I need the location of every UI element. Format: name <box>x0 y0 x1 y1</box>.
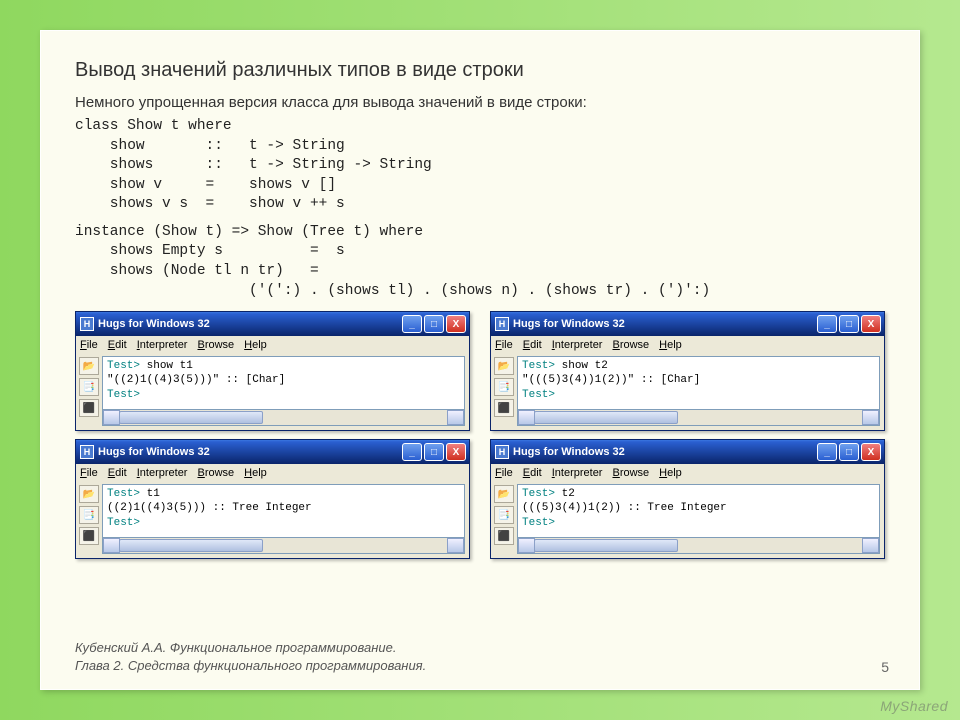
stop-icon[interactable]: ⬛ <box>494 527 514 545</box>
menu-file[interactable]: File <box>80 339 98 351</box>
footer: Кубенский А.А. Функциональное программир… <box>75 639 426 675</box>
footer-chapter: Глава 2. Средства функционального програ… <box>75 657 426 675</box>
console-output[interactable]: Test> show t2 "(((5)3(4))1(2))" :: [Char… <box>517 356 880 410</box>
app-icon: H <box>495 445 509 459</box>
horizontal-scrollbar[interactable] <box>517 538 880 554</box>
horizontal-scrollbar[interactable] <box>102 410 465 426</box>
minimize-button[interactable]: _ <box>402 443 422 461</box>
menu-help[interactable]: Help <box>244 467 267 479</box>
windows-grid: H Hugs for Windows 32 _ □ X File Edit In… <box>75 311 885 559</box>
open-icon[interactable]: 📂 <box>79 357 99 375</box>
close-button[interactable]: X <box>446 443 466 461</box>
window-titlebar[interactable]: H Hugs for Windows 32 _ □ X <box>491 440 884 464</box>
stop-icon[interactable]: ⬛ <box>79 527 99 545</box>
minimize-button[interactable]: _ <box>402 315 422 333</box>
footer-author: Кубенский А.А. Функциональное программир… <box>75 639 426 657</box>
window-titlebar[interactable]: H Hugs for Windows 32 _ □ X <box>76 312 469 336</box>
open-icon[interactable]: 📂 <box>494 357 514 375</box>
hugs-window: H Hugs for Windows 32 _ □ X File Edit In… <box>75 439 470 559</box>
scripts-icon[interactable]: 📑 <box>79 378 99 396</box>
app-icon: H <box>80 445 94 459</box>
hugs-window: H Hugs for Windows 32 _ □ X File Edit In… <box>490 311 885 431</box>
close-button[interactable]: X <box>446 315 466 333</box>
menu-help[interactable]: Help <box>659 467 682 479</box>
window-titlebar[interactable]: H Hugs for Windows 32 _ □ X <box>76 440 469 464</box>
menu-help[interactable]: Help <box>244 339 267 351</box>
scripts-icon[interactable]: 📑 <box>79 506 99 524</box>
menu-edit[interactable]: Edit <box>108 467 127 479</box>
menu-interpreter[interactable]: Interpreter <box>137 339 188 351</box>
window-title: Hugs for Windows 32 <box>98 446 402 458</box>
menu-interpreter[interactable]: Interpreter <box>137 467 188 479</box>
maximize-button[interactable]: □ <box>424 315 444 333</box>
menu-edit[interactable]: Edit <box>108 339 127 351</box>
maximize-button[interactable]: □ <box>839 315 859 333</box>
slide-title: Вывод значений различных типов в виде ст… <box>75 59 885 82</box>
close-button[interactable]: X <box>861 443 881 461</box>
console-output[interactable]: Test> t2 (((5)3(4))1(2)) :: Tree Integer… <box>517 484 880 538</box>
toolbar: 📂 📑 ⬛ <box>76 482 102 558</box>
menu-help[interactable]: Help <box>659 339 682 351</box>
toolbar: 📂 📑 ⬛ <box>491 354 517 430</box>
menu-browse[interactable]: Browse <box>612 339 649 351</box>
minimize-button[interactable]: _ <box>817 315 837 333</box>
hugs-window: H Hugs for Windows 32 _ □ X File Edit In… <box>490 439 885 559</box>
horizontal-scrollbar[interactable] <box>517 410 880 426</box>
menu-bar: File Edit Interpreter Browse Help <box>491 336 884 354</box>
window-title: Hugs for Windows 32 <box>513 318 817 330</box>
app-icon: H <box>80 317 94 331</box>
window-titlebar[interactable]: H Hugs for Windows 32 _ □ X <box>491 312 884 336</box>
close-button[interactable]: X <box>861 315 881 333</box>
menu-bar: File Edit Interpreter Browse Help <box>76 464 469 482</box>
maximize-button[interactable]: □ <box>424 443 444 461</box>
horizontal-scrollbar[interactable] <box>102 538 465 554</box>
menu-interpreter[interactable]: Interpreter <box>552 339 603 351</box>
menu-browse[interactable]: Browse <box>197 339 234 351</box>
menu-interpreter[interactable]: Interpreter <box>552 467 603 479</box>
page-number: 5 <box>881 659 889 675</box>
slide: Вывод значений различных типов в виде ст… <box>40 30 920 690</box>
window-title: Hugs for Windows 32 <box>98 318 402 330</box>
menu-file[interactable]: File <box>495 467 513 479</box>
minimize-button[interactable]: _ <box>817 443 837 461</box>
console-output[interactable]: Test> t1 ((2)1((4)3(5))) :: Tree Integer… <box>102 484 465 538</box>
menu-bar: File Edit Interpreter Browse Help <box>76 336 469 354</box>
toolbar: 📂 📑 ⬛ <box>491 482 517 558</box>
scripts-icon[interactable]: 📑 <box>494 378 514 396</box>
hugs-window: H Hugs for Windows 32 _ □ X File Edit In… <box>75 311 470 431</box>
stop-icon[interactable]: ⬛ <box>494 399 514 417</box>
window-title: Hugs for Windows 32 <box>513 446 817 458</box>
maximize-button[interactable]: □ <box>839 443 859 461</box>
toolbar: 📂 📑 ⬛ <box>76 354 102 430</box>
scripts-icon[interactable]: 📑 <box>494 506 514 524</box>
app-icon: H <box>495 317 509 331</box>
code-block-class: class Show t where show :: t -> String s… <box>75 117 885 215</box>
menu-browse[interactable]: Browse <box>612 467 649 479</box>
open-icon[interactable]: 📂 <box>494 485 514 503</box>
menu-file[interactable]: File <box>495 339 513 351</box>
watermark: MyShared <box>880 698 948 714</box>
code-block-instance: instance (Show t) => Show (Tree t) where… <box>75 223 885 301</box>
menu-edit[interactable]: Edit <box>523 467 542 479</box>
slide-subtitle: Немного упрощенная версия класса для выв… <box>75 94 885 111</box>
stop-icon[interactable]: ⬛ <box>79 399 99 417</box>
menu-file[interactable]: File <box>80 467 98 479</box>
menu-browse[interactable]: Browse <box>197 467 234 479</box>
menu-edit[interactable]: Edit <box>523 339 542 351</box>
open-icon[interactable]: 📂 <box>79 485 99 503</box>
console-output[interactable]: Test> show t1 "((2)1((4)3(5)))" :: [Char… <box>102 356 465 410</box>
menu-bar: File Edit Interpreter Browse Help <box>491 464 884 482</box>
